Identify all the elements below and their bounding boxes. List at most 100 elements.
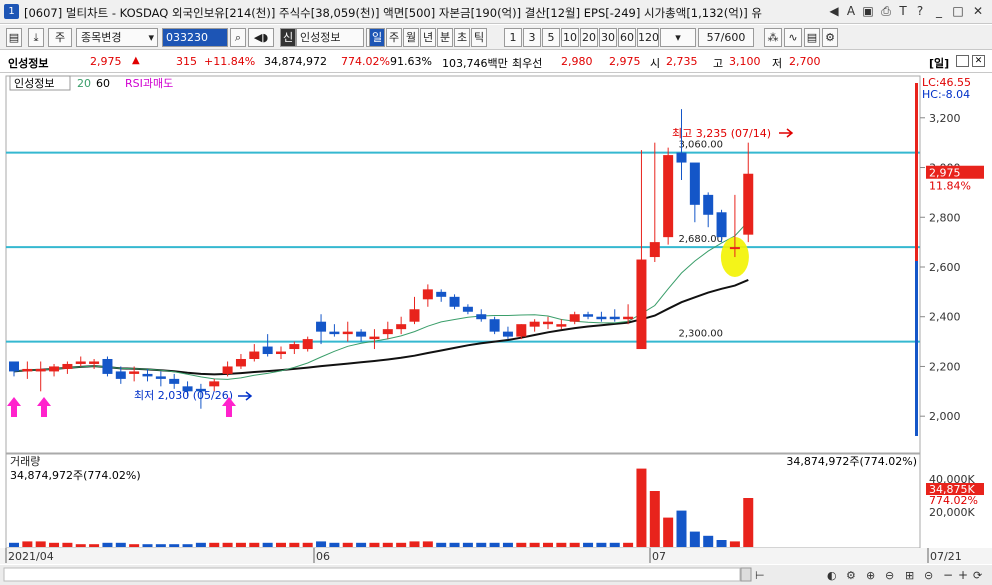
period-tab-1[interactable]: 주 <box>386 28 402 47</box>
candle-body <box>462 306 473 312</box>
volume-tag-pct: 774.02% <box>929 494 978 507</box>
period-tab-2[interactable]: 월 <box>403 28 419 47</box>
candle-body <box>115 371 126 379</box>
interval-button-30[interactable]: 30 <box>599 28 617 47</box>
current-price: 2,975 <box>90 55 122 68</box>
interval-button-1[interactable]: 1 <box>504 28 522 47</box>
y-tick-label: 2,800 <box>929 211 961 224</box>
scroll-track <box>3 567 741 582</box>
y-tick-label: 2,600 <box>929 261 961 274</box>
interval-button-60[interactable]: 60 <box>618 28 636 47</box>
restore-icon[interactable]: ▣ <box>860 3 876 19</box>
candle-body <box>663 155 674 238</box>
close-icon[interactable]: ✕ <box>970 3 986 19</box>
stock-name: 인성정보 <box>8 57 49 70</box>
volume-bar <box>689 531 700 547</box>
mode-select[interactable]: 종목변경 ▾ <box>76 28 158 47</box>
settings-grid-icon[interactable]: ⁂ <box>764 28 782 47</box>
stock-code-input[interactable]: 033230 <box>162 28 228 47</box>
legend-indicator: RSI과매도 <box>125 77 173 90</box>
volume-bar <box>342 542 353 547</box>
print-icon[interactable]: ⎙ <box>878 3 894 19</box>
search-zoom-icon: ⊝ <box>924 569 933 582</box>
y-tick-label: 2,400 <box>929 311 961 324</box>
market-select[interactable]: 주 <box>48 28 72 47</box>
volume-bar <box>356 542 367 547</box>
volume-bar <box>516 542 527 547</box>
low-price: 2,700 <box>789 55 821 68</box>
candle-body <box>623 316 634 320</box>
volume-bar <box>623 542 634 547</box>
chart-type-icon: ◐ <box>827 569 837 582</box>
volume-bar <box>436 542 447 547</box>
volume-bar <box>396 542 407 547</box>
interval-button-3[interactable]: 3 <box>523 28 541 47</box>
volume-bar <box>409 541 420 547</box>
search-icon[interactable]: ⌕ <box>230 28 246 47</box>
volume-bar <box>209 542 220 547</box>
period-tab-4[interactable]: 분 <box>437 28 453 47</box>
best-ask: 2,975 <box>609 55 641 68</box>
toolbar: ▤ ⤓ 주 종목변경▾ 033230 ⌕ ◀◗ 신 인성정보 ▾ 일주월년분초틱… <box>0 25 992 50</box>
interval-button-10[interactable]: 10 <box>561 28 579 47</box>
text-size-icon[interactable]: T <box>895 3 911 19</box>
title-bar: 1 [0607] 멀티차트 - KOSDAQ 외국인보유[214(천)] 주식수… <box>0 0 992 24</box>
candle-body <box>9 361 19 372</box>
open-label: 시 <box>650 57 661 70</box>
volume-bar <box>115 542 126 547</box>
period-tab-0[interactable]: 일 <box>369 28 385 47</box>
candle-body <box>436 291 447 297</box>
volume-bar <box>476 542 487 547</box>
volume-bar <box>556 542 567 547</box>
layout-icon[interactable]: ▤ <box>6 28 22 47</box>
stock-chart[interactable]: 2,0002,2002,4002,6002,8003,0003,2003,060… <box>0 73 992 585</box>
maximize-icon[interactable]: □ <box>950 3 966 19</box>
back-icon[interactable]: ◀ <box>826 3 842 19</box>
download-icon[interactable]: ⤓ <box>28 28 44 47</box>
candle-body <box>276 351 286 355</box>
volume-bar <box>49 542 60 547</box>
period-tab-3[interactable]: 년 <box>420 28 436 47</box>
candle-body <box>502 331 513 337</box>
candle-body <box>556 324 567 327</box>
speaker-icon[interactable]: ◀◗ <box>248 28 274 47</box>
interval-button-120[interactable]: 120 <box>637 28 659 47</box>
volume-bar <box>129 544 140 547</box>
legend-stock-name: 인성정보 <box>14 77 54 90</box>
volume-bar <box>249 542 260 547</box>
gear-icon[interactable]: ⚙ <box>822 28 838 47</box>
date-axis-bg <box>0 548 992 564</box>
candle-body <box>342 331 353 335</box>
close-pane-icon[interactable]: ✕ <box>972 55 985 67</box>
volume-pct: 774.02% <box>341 55 390 68</box>
high-annotation: 최고 3,235 (07/14) <box>672 127 771 140</box>
refresh-icon: ⟳ <box>973 569 982 582</box>
volume-bar <box>35 541 46 547</box>
line-tool-icon[interactable]: ∿ <box>784 28 802 47</box>
interval-button-20[interactable]: 20 <box>580 28 598 47</box>
help-icon[interactable]: ? <box>912 3 928 19</box>
period-tab-5[interactable]: 초 <box>454 28 470 47</box>
zoom-range-icon: ⊢ <box>755 569 765 582</box>
interval-dropdown[interactable]: ▾ <box>660 28 696 47</box>
save-icon[interactable]: ▤ <box>804 28 820 47</box>
candle-body <box>569 314 580 322</box>
volume-bar <box>569 542 580 547</box>
candle-body <box>235 358 246 367</box>
candle-body <box>142 373 153 377</box>
restore-pane-icon[interactable] <box>956 55 969 67</box>
font-a-icon[interactable]: A <box>843 3 859 19</box>
bar-count-field[interactable]: 57/600 <box>698 28 754 47</box>
stock-name-field[interactable]: 인성정보 <box>296 28 364 47</box>
hc-label: HC:-8.04 <box>922 88 970 101</box>
volume-bar <box>716 540 727 547</box>
interval-button-5[interactable]: 5 <box>542 28 560 47</box>
period-tab-6[interactable]: 틱 <box>471 28 487 47</box>
view-period-label: [일] <box>929 57 950 70</box>
minimize-icon[interactable]: _ <box>931 3 947 19</box>
high-label: 고 <box>713 57 724 70</box>
zoom-out-icon: ⊖ <box>885 569 894 582</box>
candle-body <box>743 173 754 235</box>
volume-bar <box>289 542 300 547</box>
date-label: 07 <box>652 550 666 563</box>
